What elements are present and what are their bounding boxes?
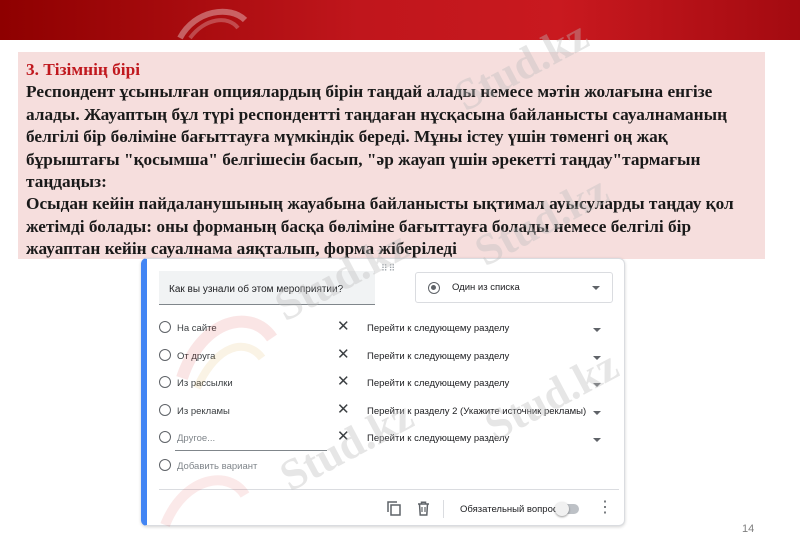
add-option-row[interactable]: Добавить вариант xyxy=(147,455,617,475)
option-row[interactable]: Из рассылки ✕ Перейти к следующему разде… xyxy=(147,372,617,392)
section-goto-select[interactable]: Перейти к следующему разделу xyxy=(367,323,509,334)
required-label: Обязательный вопрос xyxy=(460,504,558,515)
slide-paragraph-1: Респондент ұсынылған опциялардың бірін т… xyxy=(26,82,728,192)
more-vert-icon[interactable]: ⋮ xyxy=(597,497,613,519)
section-goto-select[interactable]: Перейти к разделу 2 (Укажите источник ре… xyxy=(367,406,586,417)
option-row[interactable]: На сайте ✕ Перейти к следующему разделу xyxy=(147,317,617,337)
option-label-other[interactable]: Другое... xyxy=(177,433,215,444)
question-type-label: Один из списка xyxy=(452,282,520,293)
chevron-down-icon[interactable] xyxy=(593,438,601,442)
section-goto-select[interactable]: Перейти к следующему разделу xyxy=(367,378,509,389)
radio-icon xyxy=(159,459,171,471)
other-underline xyxy=(175,450,327,451)
option-label[interactable]: Из рассылки xyxy=(177,378,233,389)
radio-icon[interactable] xyxy=(159,376,171,388)
option-label[interactable]: На сайте xyxy=(177,323,217,334)
footer-divider xyxy=(159,489,619,490)
question-type-dropdown[interactable]: Один из списка xyxy=(415,272,613,303)
option-row[interactable]: От друга ✕ Перейти к следующему разделу xyxy=(147,345,617,365)
option-label[interactable]: От друга xyxy=(177,351,215,362)
radio-icon[interactable] xyxy=(159,349,171,361)
add-option-button[interactable]: Добавить вариант xyxy=(177,461,257,472)
section-goto-select[interactable]: Перейти к следующему разделу xyxy=(367,433,509,444)
page-number: 14 xyxy=(742,523,755,535)
chevron-down-icon xyxy=(592,286,600,290)
close-icon[interactable]: ✕ xyxy=(337,346,350,364)
form-question-card[interactable]: ⠿⠿ Как вы узнали об этом мероприятии? Од… xyxy=(141,258,625,526)
close-icon[interactable]: ✕ xyxy=(337,373,350,391)
required-toggle[interactable] xyxy=(555,502,579,516)
option-label[interactable]: Из рекламы xyxy=(177,406,230,417)
title-banner xyxy=(0,0,800,40)
close-icon[interactable]: ✕ xyxy=(337,401,350,419)
radio-icon[interactable] xyxy=(159,431,171,443)
radio-icon[interactable] xyxy=(159,404,171,416)
section-goto-select[interactable]: Перейти к следующему разделу xyxy=(367,351,509,362)
trash-icon[interactable] xyxy=(417,501,430,516)
logo-swirl-icon xyxy=(177,8,248,40)
copy-icon[interactable] xyxy=(387,501,401,516)
close-icon[interactable]: ✕ xyxy=(337,428,350,446)
slide-text-box: 3. Тізімнің бірі Респондент ұсынылған оп… xyxy=(18,52,765,259)
option-row-other[interactable]: Другое... ✕ Перейти к следующему разделу xyxy=(147,427,617,451)
slide-paragraph-2: Осыдан кейін пайдаланушының жауабына бай… xyxy=(26,194,734,259)
chevron-down-icon[interactable] xyxy=(593,411,601,415)
chevron-down-icon[interactable] xyxy=(593,356,601,360)
question-title-field[interactable]: Как вы узнали об этом мероприятии? xyxy=(159,271,375,305)
close-icon[interactable]: ✕ xyxy=(337,318,350,336)
chevron-down-icon[interactable] xyxy=(593,383,601,387)
radio-checked-icon xyxy=(428,282,440,294)
footer-separator xyxy=(443,500,444,518)
option-row[interactable]: Из рекламы ✕ Перейти к разделу 2 (Укажит… xyxy=(147,400,617,420)
drag-handle-icon[interactable]: ⠿⠿ xyxy=(381,263,396,274)
chevron-down-icon[interactable] xyxy=(593,328,601,332)
radio-icon[interactable] xyxy=(159,321,171,333)
slide-heading: 3. Тізімнің бірі xyxy=(26,60,141,79)
